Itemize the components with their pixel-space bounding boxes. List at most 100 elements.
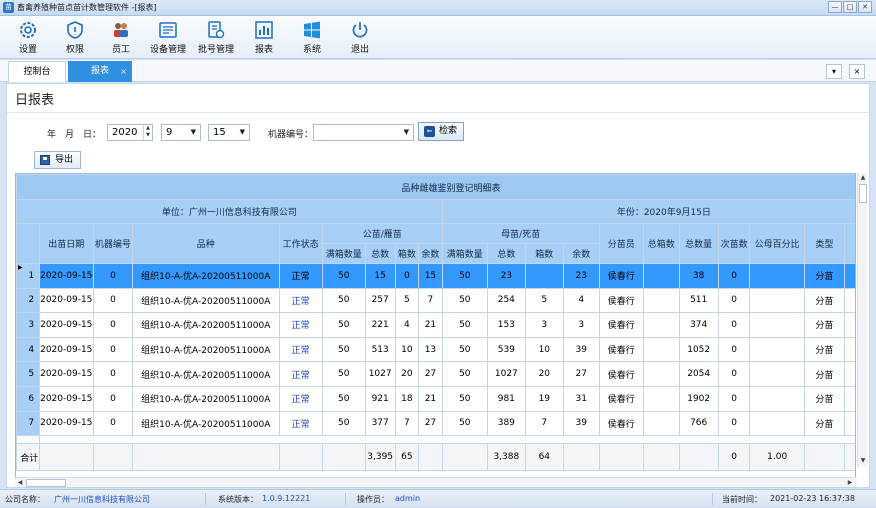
cell-total-boxes[interactable] bbox=[642, 263, 680, 289]
cell-m-rem[interactable]: 13 bbox=[418, 336, 443, 363]
toolbar-staff-button[interactable]: 员工 bbox=[98, 16, 144, 59]
cell-print[interactable] bbox=[843, 263, 855, 289]
row-header[interactable]: 4 bbox=[16, 336, 40, 363]
search-button[interactable]: ⇐ 检索 bbox=[418, 122, 464, 141]
cell-total-boxes[interactable] bbox=[642, 410, 680, 437]
cell-sorter[interactable]: 侯春行 bbox=[598, 361, 644, 387]
horizontal-scrollbar[interactable]: ◀ ▶ bbox=[15, 477, 857, 487]
close-all-tabs-button[interactable]: × bbox=[849, 64, 865, 79]
cell-machine[interactable]: 0 bbox=[92, 287, 133, 314]
cell-pct[interactable] bbox=[749, 336, 805, 363]
col-header-female-rem[interactable]: 余数 bbox=[562, 243, 600, 264]
cell-m-rem[interactable]: 15 bbox=[418, 263, 443, 289]
day-select[interactable]: 15 ▼ bbox=[208, 124, 250, 141]
cell-sorter[interactable]: 侯春行 bbox=[598, 263, 644, 289]
report-grid[interactable]: 品种雌雄鉴别登记明细表 单位：广州一川信息科技有限公司 年份：2020年9月15… bbox=[15, 173, 856, 478]
cell-breed[interactable]: 组织10-A-优A-20200511000A bbox=[131, 361, 280, 387]
col-header-secondary[interactable]: 次苗数 bbox=[717, 223, 751, 264]
cell-type[interactable]: 分苗 bbox=[803, 336, 845, 363]
toolbar-batch-button[interactable]: 批号管理 bbox=[192, 16, 240, 59]
table-row[interactable]: 6 2020-09-15 0 组织10-A-优A-20200511000A 正常 50 92… bbox=[16, 385, 855, 412]
cell-m-full[interactable]: 50 bbox=[321, 385, 366, 412]
cell-pct[interactable] bbox=[749, 385, 805, 412]
table-row[interactable]: 4 2020-09-15 0 组织10-A-优A-20200511000A 正常 50 51… bbox=[16, 336, 855, 363]
cell-m-full[interactable]: 50 bbox=[321, 263, 366, 289]
cell-m-boxes[interactable]: 4 bbox=[394, 312, 420, 338]
cell-m-boxes[interactable]: 10 bbox=[394, 336, 420, 363]
row-header[interactable]: ▶ 1 bbox=[16, 263, 40, 289]
cell-pct[interactable] bbox=[749, 312, 805, 338]
cell-f-boxes[interactable]: 20 bbox=[524, 361, 564, 387]
cell-secondary[interactable]: 0 bbox=[717, 410, 751, 437]
cell-total-boxes[interactable] bbox=[642, 361, 680, 387]
cell-print[interactable] bbox=[843, 385, 855, 412]
table-row[interactable]: 3 2020-09-15 0 组织10-A-优A-20200511000A 正常 50 22… bbox=[16, 312, 855, 338]
table-row[interactable]: 7 2020-09-15 0 组织10-A-优A-20200511000A 正常 50 37… bbox=[16, 410, 855, 437]
cell-breed[interactable]: 组织10-A-优A-20200511000A bbox=[131, 410, 280, 437]
cell-m-total[interactable]: 513 bbox=[364, 336, 396, 363]
tab-close-icon[interactable]: × bbox=[120, 61, 127, 82]
cell-type[interactable]: 分苗 bbox=[803, 287, 845, 314]
cell-status[interactable]: 正常 bbox=[278, 263, 323, 289]
minimize-button[interactable]: — bbox=[828, 1, 842, 13]
cell-pct[interactable] bbox=[749, 263, 805, 289]
cell-m-full[interactable]: 50 bbox=[321, 312, 366, 338]
cell-status[interactable]: 正常 bbox=[278, 312, 323, 338]
cell-machine[interactable]: 0 bbox=[92, 263, 133, 289]
cell-f-rem[interactable]: 27 bbox=[562, 361, 600, 387]
cell-m-total[interactable]: 257 bbox=[364, 287, 396, 314]
cell-total-qty[interactable]: 374 bbox=[678, 312, 719, 338]
cell-status[interactable]: 正常 bbox=[278, 361, 323, 387]
col-header-date[interactable]: 出苗日期 bbox=[38, 223, 94, 264]
horizontal-scroll-thumb[interactable] bbox=[26, 479, 66, 487]
maximize-button[interactable]: □ bbox=[843, 1, 857, 13]
col-header-male-full[interactable]: 满箱数量 bbox=[321, 243, 366, 264]
cell-pct[interactable] bbox=[749, 361, 805, 387]
cell-f-full[interactable]: 50 bbox=[441, 312, 488, 338]
cell-machine[interactable]: 0 bbox=[92, 336, 133, 363]
cell-secondary[interactable]: 0 bbox=[717, 336, 751, 363]
col-header-print[interactable]: 打印 bbox=[843, 223, 855, 264]
col-header-sorter[interactable]: 分苗员 bbox=[598, 223, 644, 264]
cell-secondary[interactable]: 0 bbox=[717, 361, 751, 387]
cell-f-boxes[interactable]: 19 bbox=[524, 385, 564, 412]
cell-type[interactable]: 分苗 bbox=[803, 263, 845, 289]
cell-f-total[interactable]: 539 bbox=[486, 336, 526, 363]
cell-print[interactable] bbox=[843, 287, 855, 314]
cell-secondary[interactable]: 0 bbox=[717, 312, 751, 338]
toolbar-exit-button[interactable]: 退出 bbox=[336, 16, 384, 59]
cell-m-full[interactable]: 50 bbox=[321, 287, 366, 314]
cell-f-rem[interactable]: 31 bbox=[562, 385, 600, 412]
cell-m-full[interactable]: 50 bbox=[321, 361, 366, 387]
cell-m-boxes[interactable]: 18 bbox=[394, 385, 420, 412]
col-header-type[interactable]: 类型 bbox=[803, 223, 845, 264]
cell-f-rem[interactable]: 3 bbox=[562, 312, 600, 338]
cell-f-full[interactable]: 50 bbox=[441, 361, 488, 387]
cell-m-full[interactable]: 50 bbox=[321, 410, 366, 437]
cell-type[interactable]: 分苗 bbox=[803, 410, 845, 437]
cell-f-full[interactable]: 50 bbox=[441, 263, 488, 289]
row-header[interactable]: 5 bbox=[16, 361, 40, 387]
cell-print[interactable] bbox=[843, 336, 855, 363]
cell-date[interactable]: 2020-09-15 bbox=[38, 410, 94, 437]
row-header[interactable]: 2 bbox=[16, 287, 40, 314]
cell-m-boxes[interactable]: 5 bbox=[394, 287, 420, 314]
row-header[interactable]: 3 bbox=[16, 312, 40, 338]
cell-total-qty[interactable]: 766 bbox=[678, 410, 719, 437]
col-header-machine[interactable]: 机器编号 bbox=[92, 223, 133, 264]
cell-f-boxes[interactable]: 10 bbox=[524, 336, 564, 363]
table-row[interactable]: ▶ 1 2020-09-15 0 组织10-A-优A-20200511000A 正常 50 1… bbox=[16, 263, 855, 289]
cell-f-rem[interactable]: 39 bbox=[562, 336, 600, 363]
tab-console[interactable]: 控制台 bbox=[8, 61, 66, 82]
cell-print[interactable] bbox=[843, 361, 855, 387]
cell-breed[interactable]: 组织10-A-优A-20200511000A bbox=[131, 287, 280, 314]
cell-total-boxes[interactable] bbox=[642, 287, 680, 314]
vertical-scrollbar[interactable]: ▲ ▼ bbox=[857, 173, 867, 467]
cell-breed[interactable]: 组织10-A-优A-20200511000A bbox=[131, 312, 280, 338]
cell-f-total[interactable]: 1027 bbox=[486, 361, 526, 387]
cell-secondary[interactable]: 0 bbox=[717, 287, 751, 314]
cell-breed[interactable]: 组织10-A-优A-20200511000A bbox=[131, 385, 280, 412]
col-header-female-full[interactable]: 满箱数量 bbox=[441, 243, 488, 264]
table-row[interactable]: 2 2020-09-15 0 组织10-A-优A-20200511000A 正常 50 25… bbox=[16, 287, 855, 314]
cell-type[interactable]: 分苗 bbox=[803, 385, 845, 412]
